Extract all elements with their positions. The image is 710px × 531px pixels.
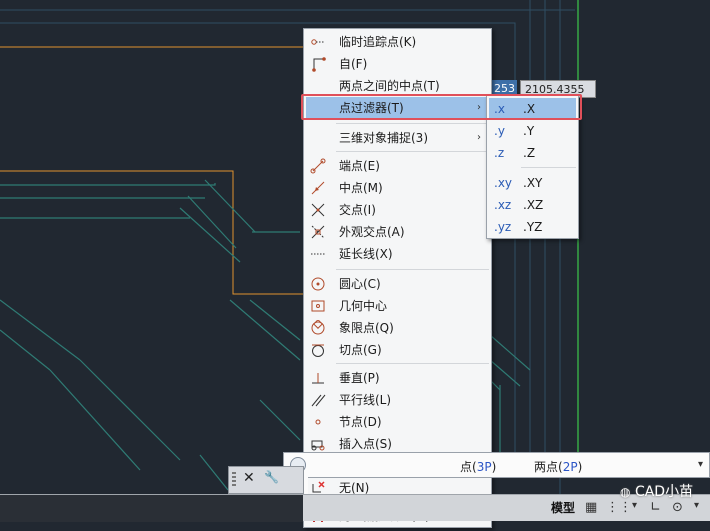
- submenu-item-2[interactable]: .z .Z: [489, 142, 576, 164]
- command-line[interactable]: 点(3P) 两点(2P) ▾: [283, 452, 710, 478]
- menu-item-label: 圆心(C): [339, 277, 381, 291]
- menu-item-15[interactable]: 平行线(L): [306, 389, 489, 411]
- chevron-down-icon[interactable]: ▾: [698, 459, 703, 470]
- apparent-intersection-icon: [310, 224, 326, 240]
- menu-item-label: 几何中心: [339, 299, 388, 313]
- menu-separator: [336, 363, 489, 364]
- menu-item-13[interactable]: 切点(G): [306, 339, 489, 361]
- menu-item-label: 自(F): [339, 57, 368, 71]
- quadrant-icon: [310, 319, 326, 336]
- command-line-toolbar: ✕ 🔧: [228, 466, 304, 494]
- polar-icon[interactable]: ⊙: [672, 500, 683, 515]
- highlight-frame: [301, 94, 582, 120]
- teal-linework: [0, 179, 301, 491]
- close-icon[interactable]: ✕: [243, 470, 255, 486]
- submenu-item-3[interactable]: .xy .XY: [489, 172, 576, 194]
- submenu-item-label: .Y: [523, 124, 535, 138]
- from-icon: [310, 56, 326, 72]
- chevron-down-icon[interactable]: ▾: [694, 500, 699, 511]
- menu-item-label: 平行线(L): [339, 393, 392, 407]
- menu-item-11[interactable]: 几何中心: [306, 295, 489, 317]
- menu-item-label: 中点(M): [339, 181, 383, 195]
- model-tab[interactable]: 模型: [547, 499, 579, 518]
- midpoint-icon: [310, 180, 326, 196]
- menu-item-12[interactable]: 象限点(Q): [306, 317, 489, 339]
- insertion-icon: [310, 436, 326, 452]
- menu-separator: [336, 269, 489, 270]
- menu-item-6[interactable]: 中点(M): [306, 177, 489, 199]
- menu-item-8[interactable]: 外观交点(A): [306, 221, 489, 243]
- menu-item-label: 切点(G): [339, 343, 382, 357]
- submenu-item-5[interactable]: .yz .YZ: [489, 216, 576, 238]
- submenu-item-label: .Z: [523, 146, 536, 160]
- orange-outline: [0, 46, 310, 295]
- option-3p[interactable]: 点(3P): [460, 458, 496, 475]
- submenu-item-key: .xy: [494, 176, 513, 190]
- perpendicular-icon: [310, 370, 326, 386]
- submenu-item-label: .XZ: [523, 198, 544, 212]
- submenu-item-key: .yz: [494, 220, 512, 234]
- menu-item-0[interactable]: 临时追踪点(K): [306, 31, 489, 53]
- menu-item-5[interactable]: 端点(E): [306, 155, 489, 177]
- wrench-icon[interactable]: 🔧: [264, 470, 279, 484]
- temporary-track-point-icon: [310, 34, 326, 50]
- menu-item-label: 三维对象捕捉(3): [339, 131, 428, 145]
- grid-icon[interactable]: ▦: [585, 500, 597, 515]
- node-icon: [310, 414, 326, 430]
- menu-item-label: 节点(D): [339, 415, 382, 429]
- chevron-down-icon[interactable]: ▾: [632, 500, 637, 511]
- watermark-text: ◍ CAD小苗: [620, 484, 694, 500]
- menu-item-7[interactable]: 交点(I): [306, 199, 489, 221]
- menu-item-label: 外观交点(A): [339, 225, 405, 239]
- menu-item-4[interactable]: 三维对象捕捉(3) ›: [306, 127, 489, 149]
- wechat-icon: ◍: [620, 485, 631, 499]
- menu-item-label: 象限点(Q): [339, 321, 394, 335]
- endpoint-icon: [310, 158, 326, 174]
- chevron-right-icon: ›: [477, 132, 481, 143]
- ortho-icon[interactable]: ∟: [650, 500, 661, 515]
- menu-item-label: 延长线(X): [339, 247, 393, 261]
- menu-separator: [336, 123, 489, 124]
- drag-grip-icon[interactable]: [232, 472, 236, 488]
- parallel-icon: [310, 392, 326, 408]
- snap-icon[interactable]: ⋮⋮: [606, 500, 632, 515]
- submenu-item-key: .z: [494, 146, 505, 160]
- tangent-icon: [310, 342, 326, 358]
- submenu-item-key: .y: [494, 124, 505, 138]
- extension-icon: [310, 246, 326, 262]
- geometric-center-icon: [310, 298, 326, 314]
- submenu-item-4[interactable]: .xz .XZ: [489, 194, 576, 216]
- center-icon: [310, 276, 326, 292]
- menu-item-14[interactable]: 垂直(P): [306, 367, 489, 389]
- menu-item-1[interactable]: 自(F): [306, 53, 489, 75]
- option-2p[interactable]: 两点(2P): [534, 458, 582, 475]
- menu-item-label: 临时追踪点(K): [339, 35, 417, 49]
- menu-item-9[interactable]: 延长线(X): [306, 243, 489, 265]
- menu-item-10[interactable]: 圆心(C): [306, 273, 489, 295]
- menu-separator: [336, 151, 489, 152]
- right-teal-lines: [489, 334, 531, 455]
- menu-item-label: 垂直(P): [339, 371, 380, 385]
- submenu-item-label: .YZ: [523, 220, 543, 234]
- status-bar-dark-area: [0, 495, 303, 522]
- submenu-item-1[interactable]: .y .Y: [489, 120, 576, 142]
- menu-item-label: 交点(I): [339, 203, 376, 217]
- submenu-item-label: .XY: [523, 176, 543, 190]
- status-bar: 模型 ▦ ⋮⋮ ▾ ∟ ⊙ ▾: [0, 494, 710, 522]
- intersection-icon: [310, 202, 326, 218]
- submenu-separator: [521, 167, 576, 168]
- menu-item-16[interactable]: 节点(D): [306, 411, 489, 433]
- submenu-item-key: .xz: [494, 198, 512, 212]
- menu-item-label: 端点(E): [339, 159, 380, 173]
